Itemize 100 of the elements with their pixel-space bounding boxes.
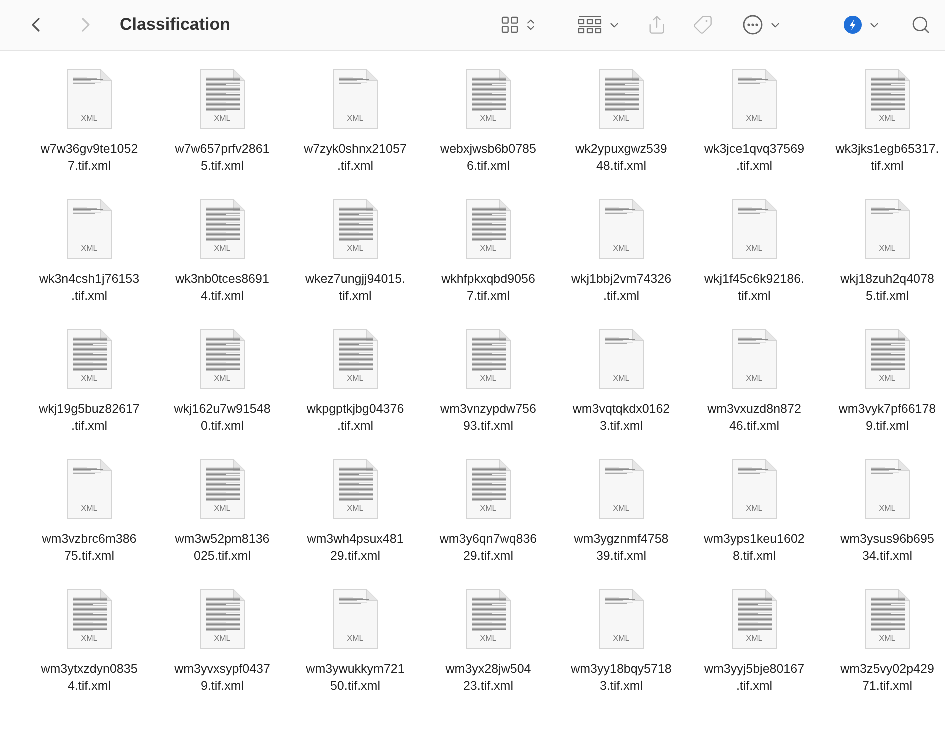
document-icon [64,589,114,651]
file-name[interactable]: wm3vxuzd8n872 46.tif.xml [708,401,802,435]
file-name[interactable]: wk3n4csh1j76153 .tif.xml [39,271,140,305]
file-name[interactable]: wm3ygznmf4758 39.tif.xml [574,531,669,565]
lightning-badge-icon [844,16,862,34]
document-icon [464,69,514,131]
file-type-label: XML [213,635,232,643]
file-name[interactable]: wkez7ungjj94015. tif.xml [305,271,406,305]
document-icon [464,589,514,651]
file-type-label: XML [80,115,99,123]
file-name[interactable]: w7w657prfv2861 5.tif.xml [175,141,270,175]
file-name[interactable]: wkj1f45c6k92186. tif.xml [704,271,805,305]
more-button[interactable] [743,15,782,35]
file-name[interactable]: wm3y6qn7wq836 29.tif.xml [440,531,538,565]
document-icon [596,589,646,651]
file-type-label: XML [346,635,365,643]
document-icon [64,199,114,261]
file-type-label: XML [612,375,631,383]
document-icon [596,329,646,391]
file-name[interactable]: wkpgptkjbg04376 .tif.xml [306,401,404,435]
file-name[interactable]: wm3yvxsypf0437 9.tif.xml [174,661,270,695]
file-type-label: XML [346,505,365,513]
file-name[interactable]: wkj18zuh2q4078 5.tif.xml [840,271,934,305]
file-name[interactable]: wm3yps1keu1602 8.tif.xml [704,531,805,565]
document-icon [862,199,912,261]
ellipsis-circle-icon [743,15,763,35]
document-icon [596,199,646,261]
file-name[interactable]: w7w36gv9te1052 7.tif.xml [40,141,138,175]
file-name[interactable]: webxjwsb6b0785 6.tif.xml [440,141,536,175]
document-icon [330,199,380,261]
document-icon [330,589,380,651]
file-type-label: XML [612,635,631,643]
document-icon [862,329,912,391]
file-type-label: XML [878,245,897,253]
file-type-label: XML [612,115,631,123]
file-type-label: XML [612,245,631,253]
document-icon [862,69,912,131]
file-type-label: XML [878,115,897,123]
file-type-label: XML [479,505,498,513]
file-type-label: XML [346,375,365,383]
group-button[interactable] [578,15,621,35]
file-type-label: XML [213,115,232,123]
document-icon [730,69,780,131]
document-icon [64,69,114,131]
file-type-label: XML [479,635,498,643]
file-type-label: XML [745,245,764,253]
file-type-label: XML [745,505,764,513]
document-icon [64,459,114,521]
extension-button[interactable] [844,16,881,34]
file-name[interactable]: wkj162u7w91548 0.tif.xml [174,401,271,435]
file-name[interactable]: wm3wh4psux481 29.tif.xml [307,531,404,565]
file-name[interactable]: wm3ytxzdyn0835 4.tif.xml [41,661,138,695]
file-name[interactable]: wm3yyj5bje80167 .tif.xml [704,661,805,695]
file-name[interactable]: wk3jce1qvq37569 .tif.xml [704,141,805,175]
file-type-label: XML [80,505,99,513]
file-name[interactable]: wkhfpkxqbd9056 7.tif.xml [442,271,536,305]
file-name[interactable]: wkj1bbj2vm74326 .tif.xml [571,271,672,305]
document-icon [198,329,248,391]
search-button[interactable] [911,15,931,35]
document-icon [730,329,780,391]
file-name[interactable]: wk3jks1egb65317. tif.xml [836,141,940,175]
document-icon [330,459,380,521]
document-icon [464,199,514,261]
file-name[interactable]: wk2ypuxgwz539 48.tif.xml [576,141,668,175]
file-name[interactable]: wm3yx28jw504 23.tif.xml [446,661,532,695]
file-type-label: XML [878,505,897,513]
file-name[interactable]: wm3vyk7pf66178 9.tif.xml [838,401,936,435]
file-type-label: XML [346,245,365,253]
window-title: Classification [120,14,231,36]
file-type-label: XML [80,245,99,253]
file-name[interactable]: wm3vnzypdw756 93.tif.xml [440,401,536,435]
file-name[interactable]: wkj19g5buz82617 .tif.xml [39,401,140,435]
document-icon [862,589,912,651]
file-name[interactable]: w7zyk0shnx21057 .tif.xml [304,141,407,175]
file-name[interactable]: wm3vzbrc6m386 75.tif.xml [42,531,137,565]
file-name[interactable]: wm3ywukkym721 50.tif.xml [306,661,405,695]
document-icon [596,69,646,131]
document-icon [198,199,248,261]
file-name[interactable]: wm3w52pm8136 025.tif.xml [175,531,270,565]
document-icon [730,589,780,651]
file-type-label: XML [878,375,897,383]
document-icon [64,329,114,391]
file-name[interactable]: wm3ysus96b695 34.tif.xml [840,531,934,565]
file-name[interactable]: wk3nb0tces8691 4.tif.xml [176,271,270,305]
file-type-label: XML [878,635,897,643]
document-icon [198,459,248,521]
file-type-label: XML [213,245,232,253]
file-type-label: XML [745,115,764,123]
document-icon [862,459,912,521]
file-type-label: XML [80,635,99,643]
document-icon [330,329,380,391]
file-type-label: XML [745,635,764,643]
file-name[interactable]: wm3vqtqkdx0162 3.tif.xml [572,401,670,435]
file-name[interactable]: wm3z5vy02p429 71.tif.xml [840,661,934,695]
file-type-label: XML [80,375,99,383]
file-type-label: XML [479,375,498,383]
file-type-label: XML [745,375,764,383]
file-type-label: XML [479,115,498,123]
file-name[interactable]: wm3yy18bqy5718 3.tif.xml [571,661,672,695]
document-icon [198,589,248,651]
